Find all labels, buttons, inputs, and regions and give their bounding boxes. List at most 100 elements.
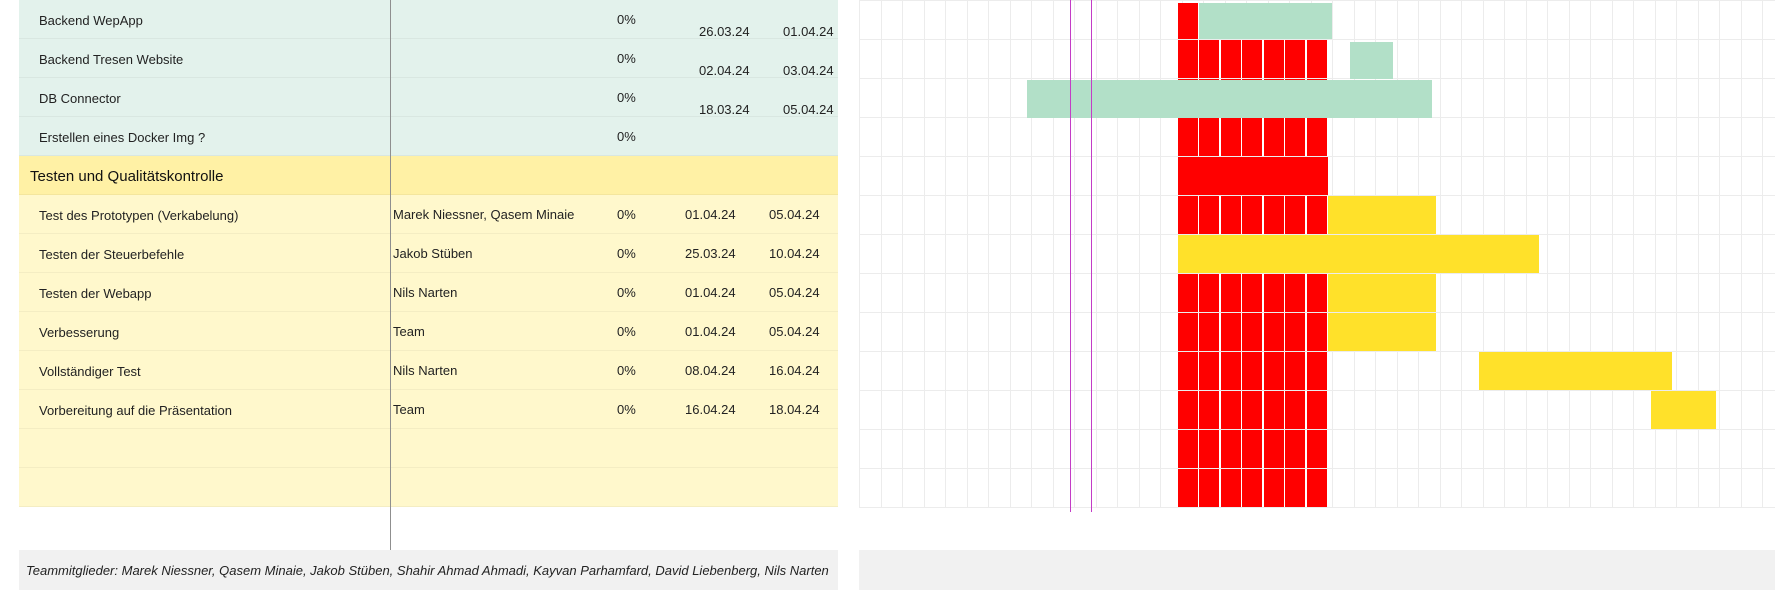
red-week-cell[interactable]	[1264, 118, 1284, 156]
red-week-cell[interactable]	[1199, 391, 1219, 429]
red-week-cell[interactable]	[1307, 40, 1327, 78]
task-percent[interactable]: 0%	[617, 363, 636, 378]
red-week-cell[interactable]	[1199, 430, 1219, 468]
task-name[interactable]: Test des Prototypen (Verkabelung)	[39, 208, 238, 223]
red-week-cell[interactable]	[1285, 313, 1305, 351]
task-row[interactable]: DB Connector 0% 18.03.24 05.04.24	[19, 78, 838, 117]
task-start-date[interactable]: 16.04.24	[685, 402, 736, 417]
task-bar[interactable]	[1328, 274, 1436, 312]
red-week-cell[interactable]	[1178, 430, 1198, 468]
red-week-cell[interactable]	[1242, 118, 1262, 156]
red-week-cell[interactable]	[1178, 352, 1198, 390]
red-week-cell[interactable]	[1264, 274, 1284, 312]
red-week-cell[interactable]	[1178, 391, 1198, 429]
task-name[interactable]: Backend WepApp	[39, 13, 143, 28]
red-week-cell[interactable]	[1221, 391, 1241, 429]
task-end-date[interactable]: 05.04.24	[769, 207, 820, 222]
task-row[interactable]: Backend Tresen Website 0% 02.04.24 03.04.24	[19, 39, 838, 78]
task-end-date[interactable]: 16.04.24	[769, 363, 820, 378]
task-resource[interactable]: Jakob Stüben	[393, 246, 473, 261]
red-week-cell[interactable]	[1199, 469, 1219, 507]
task-name[interactable]: Verbesserung	[39, 325, 119, 340]
task-bar[interactable]	[1027, 80, 1432, 118]
task-resource[interactable]: Nils Narten	[393, 285, 457, 300]
task-start-date[interactable]: 26.03.24	[699, 24, 750, 39]
task-start-date[interactable]: 01.04.24	[685, 324, 736, 339]
red-week-cell[interactable]	[1307, 313, 1327, 351]
task-percent[interactable]: 0%	[617, 129, 636, 144]
task-percent[interactable]: 0%	[617, 207, 636, 222]
task-name[interactable]: Testen der Webapp	[39, 286, 152, 301]
red-week-cell[interactable]	[1178, 469, 1198, 507]
section-title[interactable]: Testen und Qualitätskontrolle	[30, 168, 223, 185]
task-percent[interactable]: 0%	[617, 285, 636, 300]
task-end-date[interactable]: 18.04.24	[769, 402, 820, 417]
red-week-cell[interactable]	[1199, 313, 1219, 351]
red-week-cell[interactable]	[1264, 40, 1284, 78]
task-name[interactable]: Vorbereitung auf die Präsentation	[39, 403, 232, 418]
red-week-cell[interactable]	[1264, 196, 1284, 234]
task-bar[interactable]	[1651, 391, 1716, 429]
red-week-block[interactable]	[1178, 3, 1198, 39]
red-week-cell[interactable]	[1242, 430, 1262, 468]
task-start-date[interactable]: 08.04.24	[685, 363, 736, 378]
red-week-cell[interactable]	[1199, 196, 1219, 234]
task-start-date[interactable]: 25.03.24	[685, 246, 736, 261]
task-row[interactable]: Erstellen eines Docker Img ? 0%	[19, 117, 838, 156]
task-row[interactable]: Backend WepApp 0% 26.03.24 01.04.24	[19, 0, 838, 39]
task-end-date[interactable]: 10.04.24	[769, 246, 820, 261]
task-percent[interactable]: 0%	[617, 12, 636, 27]
red-week-cell[interactable]	[1307, 274, 1327, 312]
red-week-cell[interactable]	[1242, 313, 1262, 351]
task-start-date[interactable]: 01.04.24	[685, 285, 736, 300]
task-start-date[interactable]: 01.04.24	[685, 207, 736, 222]
task-end-date[interactable]: 03.04.24	[783, 63, 834, 78]
task-row[interactable]: Testen der Steuerbefehle Jakob Stüben 0% 25…	[19, 234, 838, 273]
red-week-cell[interactable]	[1285, 469, 1305, 507]
red-week-cell[interactable]	[1221, 40, 1241, 78]
task-resource[interactable]: Nils Narten	[393, 363, 457, 378]
red-week-block[interactable]	[1178, 157, 1328, 195]
red-week-cell[interactable]	[1199, 118, 1219, 156]
red-week-cell[interactable]	[1242, 469, 1262, 507]
red-week-cell[interactable]	[1221, 469, 1241, 507]
red-week-cell[interactable]	[1307, 196, 1327, 234]
red-week-cell[interactable]	[1285, 196, 1305, 234]
task-row[interactable]	[19, 429, 838, 468]
red-week-cell[interactable]	[1285, 40, 1305, 78]
red-week-cell[interactable]	[1199, 40, 1219, 78]
red-week-cell[interactable]	[1221, 352, 1241, 390]
red-week-cell[interactable]	[1307, 352, 1327, 390]
red-week-cell[interactable]	[1221, 118, 1241, 156]
task-name[interactable]: Backend Tresen Website	[39, 52, 183, 67]
task-end-date[interactable]: 05.04.24	[769, 324, 820, 339]
red-week-cell[interactable]	[1242, 196, 1262, 234]
task-row[interactable]: Vorbereitung auf die Präsentation Team 0% 1…	[19, 390, 838, 429]
task-resource[interactable]: Team	[393, 324, 425, 339]
task-row[interactable]: Vollständiger Test Nils Narten 0% 08.04.24 1…	[19, 351, 838, 390]
red-week-cell[interactable]	[1285, 118, 1305, 156]
task-resource[interactable]: Team	[393, 402, 425, 417]
task-bar[interactable]	[1178, 235, 1539, 273]
task-name[interactable]: DB Connector	[39, 91, 121, 106]
task-start-date[interactable]: 18.03.24	[699, 102, 750, 117]
red-week-cell[interactable]	[1221, 274, 1241, 312]
red-week-cell[interactable]	[1264, 430, 1284, 468]
task-percent[interactable]: 0%	[617, 324, 636, 339]
task-end-date[interactable]: 01.04.24	[783, 24, 834, 39]
task-resource[interactable]: Marek Niessner, Qasem Minaie	[393, 207, 574, 222]
red-week-cell[interactable]	[1285, 352, 1305, 390]
task-bar[interactable]	[1328, 196, 1436, 234]
red-week-cell[interactable]	[1285, 430, 1305, 468]
task-row[interactable]: Verbesserung Team 0% 01.04.24 05.04.24	[19, 312, 838, 351]
task-bar[interactable]	[1328, 313, 1436, 351]
task-end-date[interactable]: 05.04.24	[783, 102, 834, 117]
red-week-cell[interactable]	[1285, 274, 1305, 312]
task-name[interactable]: Testen der Steuerbefehle	[39, 247, 184, 262]
red-week-cell[interactable]	[1178, 313, 1198, 351]
red-week-cell[interactable]	[1264, 313, 1284, 351]
red-week-cell[interactable]	[1221, 430, 1241, 468]
red-week-cell[interactable]	[1199, 352, 1219, 390]
red-week-cell[interactable]	[1264, 352, 1284, 390]
section-header-row[interactable]: Testen und Qualitätskontrolle	[19, 156, 838, 195]
